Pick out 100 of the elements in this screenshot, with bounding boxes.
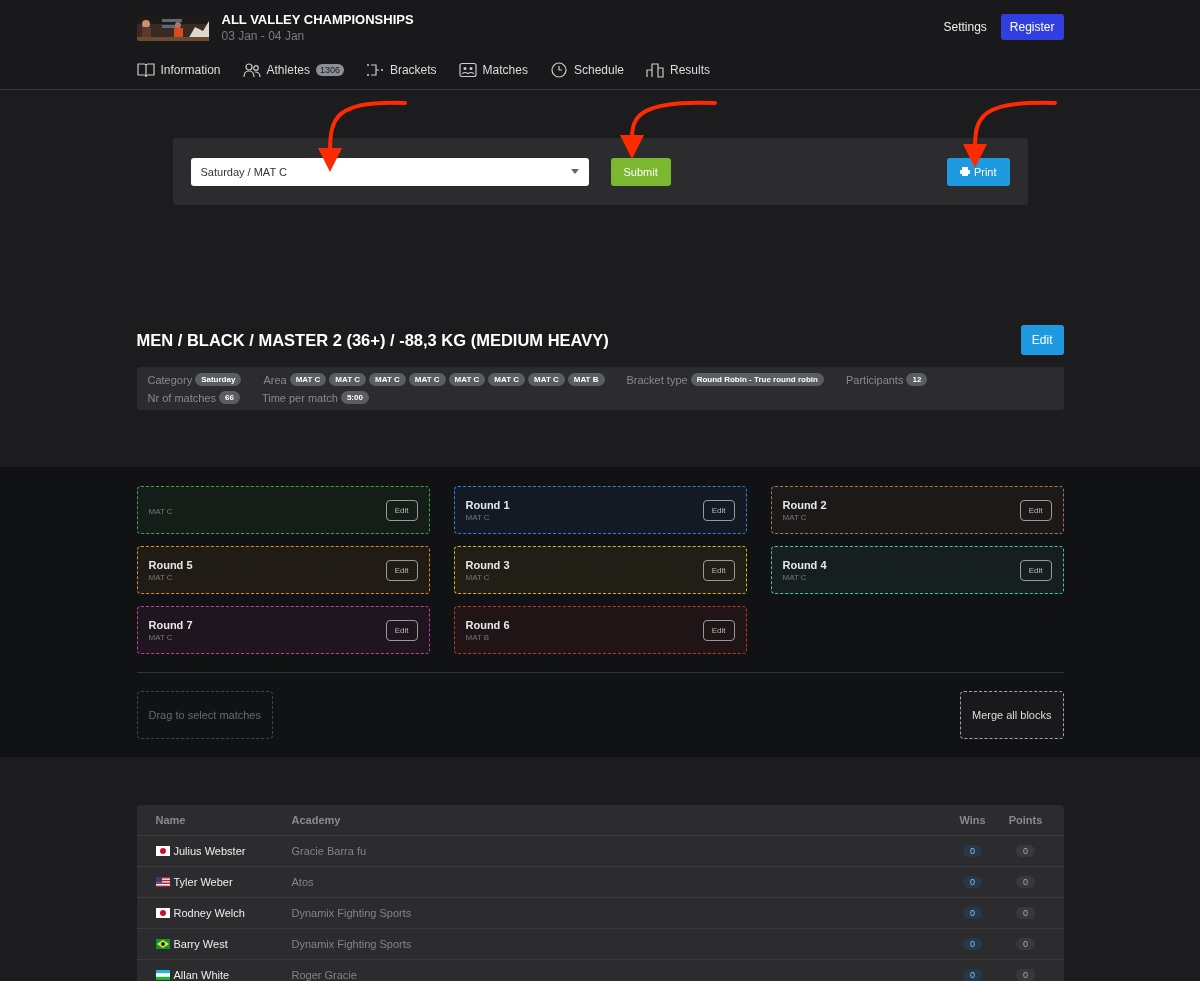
count-badge: 1306 [315,64,344,76]
event-title: ALL VALLEY CHAMPIONSHIPS [221,11,414,27]
nav-tab[interactable]: Information [160,63,221,77]
column-header: Wins [959,814,986,826]
match-block[interactable]: Round 7 MAT C Edit [136,606,430,654]
info-label: Time per match [261,391,338,404]
book-icon [136,62,155,78]
flag-icon [155,846,170,856]
athlete-name: Allan White [173,969,230,981]
match-block[interactable]: Round 3 MAT C Edit [453,546,747,594]
flag-icon [155,970,170,980]
nav-tab[interactable]: Results [670,63,711,77]
mat-label: MAT C [465,572,491,582]
info-tag: MAT C [329,373,367,386]
wins-count: 0 [963,876,982,888]
info-label: Participants [845,373,904,386]
bracket-title: MEN / BLACK / MASTER 2 (36+) / -88,3 KG (MEDIUM HEAVY) [136,330,609,350]
info-tag: 5:00 [340,391,369,404]
wins-count: 0 [963,969,982,981]
round-title: Round 4 [782,558,828,571]
match-block[interactable]: MAT C Edit [136,486,430,534]
column-header: Name [155,814,187,826]
drag-select-area[interactable]: Drag to select matches [136,691,273,739]
athlete-name: Barry West [173,938,228,950]
mat-label: MAT C [148,572,174,582]
matches-icon [458,62,477,78]
info-tag: 12 [906,373,928,386]
edit-button[interactable]: Edit [1019,559,1052,581]
academy-name: Gracie Barra fu [291,845,368,857]
people-icon [242,62,261,78]
edit-button[interactable]: Edit [1019,499,1052,521]
points-count: 0 [1016,876,1035,888]
round-title: Round 6 [465,618,511,631]
wins-count: 0 [963,845,982,857]
info-tag: MAT C [289,373,327,386]
mat-label: MAT C [148,632,174,642]
match-block[interactable]: Round 1 MAT C Edit [453,486,747,534]
edit-button[interactable]: Edit [702,559,735,581]
edit-button[interactable]: Edit [385,619,418,641]
flag-icon [155,908,170,918]
wins-count: 0 [963,907,982,919]
points-count: 0 [1016,907,1035,919]
clock-icon [549,62,568,78]
athlete-name: Julius Webster [173,845,246,857]
round-title: Round 1 [465,498,511,511]
athlete-name: Tyler Weber [173,876,233,888]
match-block[interactable]: Round 4 MAT C Edit [770,546,1064,594]
academy-name: Atos [291,876,315,888]
info-tag: MAT C [369,373,406,386]
points-count: 0 [1016,938,1035,950]
info-tag: Round Robin - True round robin [690,373,824,386]
info-label: Bracket type [626,373,688,386]
register-button[interactable]: Register [1000,14,1064,40]
match-block[interactable]: Round 5 MAT C Edit [136,546,430,594]
caret-icon [570,169,579,174]
edit-button[interactable]: Edit [702,619,735,641]
flag-icon [155,877,170,887]
match-block[interactable]: Round 2 MAT C Edit [770,486,1064,534]
event-dates: 03 Jan - 04 Jan [221,28,306,43]
schedule-select[interactable]: Saturday / MAT C [190,157,589,186]
round-title: Round 7 [148,618,194,631]
info-tag: MAT B [567,373,605,386]
wins-count: 0 [963,938,982,950]
academy-name: Dynamix Fighting Sports [291,938,413,950]
info-tag: MAT C [448,373,486,386]
mat-label: MAT B [465,632,491,642]
points-count: 0 [1016,845,1035,857]
merge-button[interactable]: Merge all blocks [960,691,1064,739]
match-block[interactable]: Round 6 MAT B Edit [453,606,747,654]
round-title: Round 2 [782,498,828,511]
info-tag: Saturday [195,373,242,386]
nav-tab[interactable]: Athletes [266,63,310,77]
mat-label: MAT C [465,512,491,522]
nav-tab[interactable]: Brackets [389,63,437,77]
info-tag: MAT C [408,373,446,386]
info-label: Area [263,373,287,386]
podium-icon [646,62,664,78]
academy-name: Dynamix Fighting Sports [291,907,413,919]
mat-label: MAT C [782,512,808,522]
info-label: Category [147,373,193,386]
edit-button[interactable]: Edit [385,499,418,521]
round-title: Round 5 [148,558,194,571]
nav-tab[interactable]: Schedule [573,63,624,77]
mat-label: MAT C [148,506,174,516]
bracket-icon [365,62,384,78]
info-tag: MAT C [488,373,526,386]
academy-name: Roger Gracie [291,969,358,981]
edit-button[interactable]: Edit [385,559,418,581]
column-header: Academy [291,814,342,826]
athlete-name: Rodney Welch [173,907,245,919]
points-count: 0 [1016,969,1035,981]
settings-link[interactable]: Settings [943,20,987,34]
info-tag: MAT C [528,373,565,386]
mat-label: MAT C [782,572,808,582]
nav-tab[interactable]: Matches [482,63,528,77]
edit-button[interactable]: Edit [702,499,735,521]
info-label: Nr of matches [147,391,216,404]
flag-icon [155,939,170,949]
info-tag: 66 [218,391,240,404]
column-header: Points [1008,814,1043,826]
